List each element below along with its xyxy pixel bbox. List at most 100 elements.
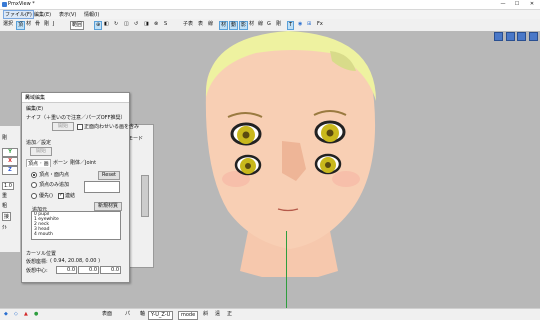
status-icon-3[interactable]: ▲ <box>24 311 28 318</box>
knife-label: ナイフ（＋重いので注意／パーズOFF推奨） <box>26 115 126 121</box>
radio-priority-label: 優先() <box>39 193 53 199</box>
center-label: 仮想中心: <box>26 268 48 274</box>
motion-display-button[interactable]: 動 <box>229 21 239 30</box>
maximize-button[interactable]: ☐ <box>511 1 523 7</box>
wire-display-button[interactable]: 線 <box>208 21 213 28</box>
new-material-button[interactable]: 新規材質 <box>94 202 122 211</box>
status-icon-4[interactable]: ● <box>34 311 38 318</box>
texture-display-button[interactable]: T <box>287 21 295 30</box>
view-side-icon[interactable] <box>505 32 515 41</box>
radio-vertex-face[interactable] <box>31 172 37 178</box>
tab-rigid-joint[interactable]: 剛体／Joint <box>69 159 97 166</box>
globe-icon[interactable]: ◉ <box>298 21 302 28</box>
back-window-scrollbar[interactable] <box>141 175 149 217</box>
material2-display-button[interactable]: 材 <box>249 21 254 28</box>
dialog-title-bar: 局域編集 ✕ <box>22 93 129 103</box>
position-value: ( 0.94, 20.08, 0.00 ) <box>50 258 101 264</box>
status-icon-2[interactable]: ◇ <box>14 311 18 318</box>
table-display-button[interactable]: 表 <box>198 21 203 28</box>
cancel-tool-icon[interactable]: ⊗ <box>154 21 158 28</box>
status-bar: ◆ ◇ ▲ ● 表面 パ 軸 Y-U_Z-U mode 斜 遠 正 <box>0 308 540 320</box>
grid-icon[interactable]: ⊞ <box>307 21 311 28</box>
panel-tool-icon[interactable]: ◨ <box>144 21 149 28</box>
rigid-select-button[interactable]: 剛 <box>44 21 49 28</box>
radio-vertex-face-label: 頂点・面内点 <box>39 172 70 178</box>
tab-bone[interactable]: ボーン <box>52 159 69 166</box>
view-top-icon[interactable] <box>517 32 527 41</box>
link-label: 連結 <box>65 193 76 199</box>
scale-input[interactable]: 1.0 <box>2 182 14 190</box>
add-start-button[interactable]: 開始 <box>30 147 52 156</box>
vector-label: ｸﾄ <box>2 225 8 231</box>
status-icon-1[interactable]: ◆ <box>4 311 8 318</box>
p-label[interactable]: パ <box>125 311 130 318</box>
minimize-button[interactable]: — <box>497 1 509 7</box>
menu-bar: ファイル(F) 編集(E) 表示(V) 情報(I) <box>0 10 540 19</box>
menu-edit[interactable]: 編集(E) <box>34 11 51 18</box>
surface-label[interactable]: 表面 <box>102 311 112 318</box>
show-unlisted-label: 正面向わせいる画を含み <box>84 124 140 130</box>
center-y-input[interactable]: 0.0 <box>78 266 99 274</box>
select-label: 選択 <box>3 21 14 27</box>
show-unlisted-checkbox[interactable] <box>77 124 83 130</box>
child-display-button[interactable]: 子表 <box>183 21 193 28</box>
rigid-label: 剛 <box>2 135 8 141</box>
scale-tool-button[interactable]: S <box>164 21 167 28</box>
view-icons <box>493 32 538 43</box>
edit-dialog: 局域編集 ✕ 編集(E) ナイフ（＋重いので注意／パーズOFF推奨） 開始 正面… <box>21 92 139 283</box>
view-camera-icon[interactable] <box>529 32 538 41</box>
radio-priority[interactable] <box>31 193 37 199</box>
reset-button[interactable]: Reset <box>98 171 120 180</box>
range-select[interactable]: 範囲 <box>70 21 85 30</box>
radio-vertex-only-label: 頂点のみ追加 <box>39 182 70 188</box>
group-display-button[interactable]: G <box>267 21 271 28</box>
perspective-button[interactable]: 遠 <box>215 311 220 318</box>
bone-select-button[interactable]: 骨 <box>35 21 40 28</box>
undo-icon[interactable]: ↺ <box>134 21 138 28</box>
view-front-icon[interactable] <box>494 32 504 41</box>
list-item[interactable]: 4 mouth <box>32 232 120 237</box>
x-axis-button[interactable]: X <box>2 157 18 166</box>
center-z-input[interactable]: 0.0 <box>100 266 121 274</box>
orthographic-button[interactable]: 正 <box>227 311 232 318</box>
z-axis-button[interactable]: Z <box>2 166 18 175</box>
right-cheek-shape <box>332 171 360 187</box>
tab-vertex[interactable]: 頂点 ･ 画 <box>26 159 51 167</box>
cursor-section-label: カーソル位置 <box>26 251 57 257</box>
y-axis-button[interactable]: Y <box>2 148 18 157</box>
window-title: PmxView * <box>8 1 35 7</box>
center-x-input[interactable]: 0.0 <box>56 266 77 274</box>
app-icon <box>2 2 7 7</box>
frame-tool-icon[interactable]: ◫ <box>124 21 129 28</box>
oblique-button[interactable]: 斜 <box>203 311 208 318</box>
value-input[interactable] <box>84 181 120 193</box>
weight-label: 重 <box>2 193 8 199</box>
left-panel: 剛 Y X Z 1.0 重 粗 接 ｸﾄ <box>0 126 21 252</box>
rigid-display-button[interactable]: 剛 <box>276 21 281 28</box>
add-section-label: 追加／設定 <box>26 140 52 146</box>
menu-file[interactable]: ファイル(F) <box>3 10 34 19</box>
vertex-select-button[interactable]: 頂 <box>16 21 26 30</box>
split-tool-icon[interactable]: ◧ <box>104 21 109 28</box>
material-select-button[interactable]: 材 <box>26 21 31 28</box>
axis-label[interactable]: 軸 <box>140 311 145 318</box>
y-axis-line <box>286 231 287 308</box>
source-list[interactable]: 0 pupil 1 eyewhite 2 neck 3 head 4 mouth <box>31 211 121 240</box>
shadow-display-button[interactable]: 影 <box>239 21 249 30</box>
menu-view[interactable]: 表示(V) <box>59 11 76 18</box>
close-button[interactable]: ✕ <box>526 1 538 7</box>
menu-info[interactable]: 情報(I) <box>84 11 99 18</box>
dialog-edit-menu[interactable]: 編集(E) <box>26 105 43 112</box>
effect-display-button[interactable]: Fx <box>317 21 323 28</box>
knife-start-button[interactable]: 開始 <box>52 122 74 131</box>
position-label: 仮想座標: <box>26 259 48 265</box>
dialog-close-icon[interactable]: ✕ <box>25 94 126 101</box>
radio-vertex-only[interactable] <box>31 182 37 188</box>
line-display-button[interactable]: 線 <box>258 21 263 28</box>
move-tool-icon[interactable]: ⊕ <box>94 21 103 30</box>
joint-select-button[interactable]: J <box>53 21 54 28</box>
link-checkbox[interactable] <box>58 192 64 199</box>
connect-button[interactable]: 接 <box>2 212 12 221</box>
material-display-button[interactable]: 材 <box>219 21 229 30</box>
rotate-tool-icon[interactable]: ↻ <box>114 21 118 28</box>
